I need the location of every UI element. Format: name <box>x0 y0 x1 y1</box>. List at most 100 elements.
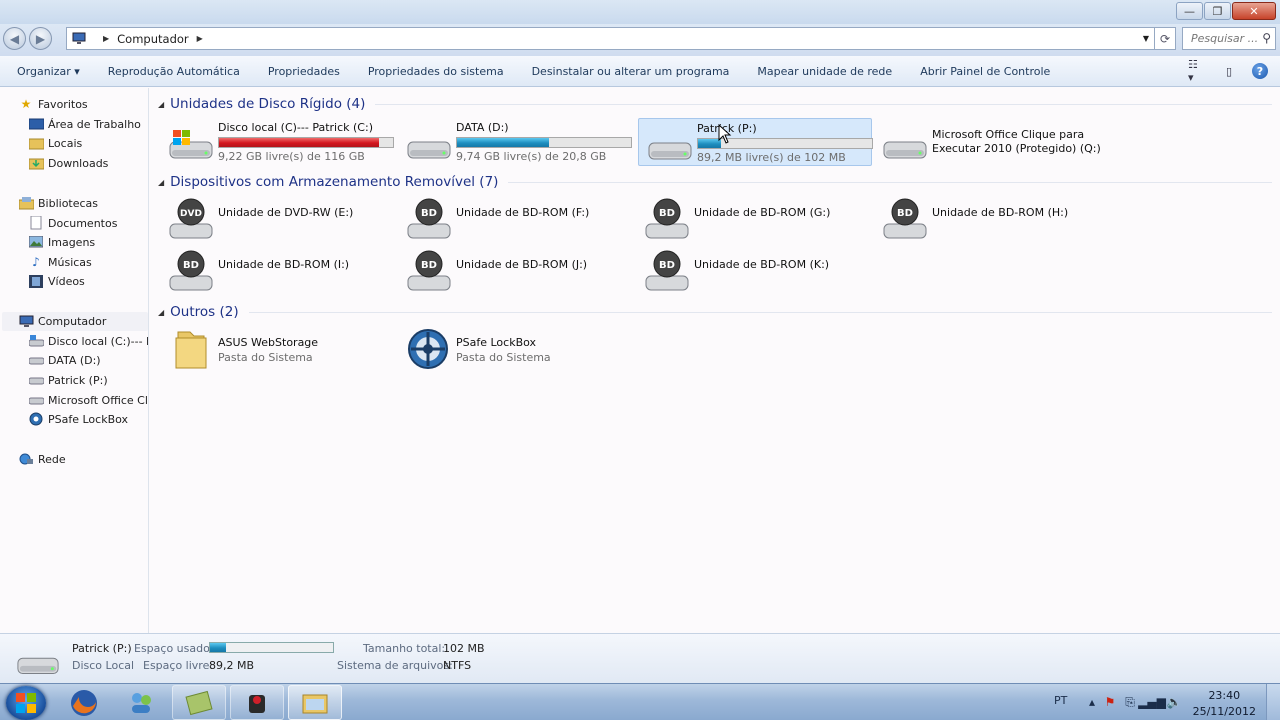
maximize-button[interactable]: ❐ <box>1204 2 1231 20</box>
search-input[interactable]: Pesquisar ... <box>1191 32 1258 45</box>
breadcrumb-computador[interactable]: Computador <box>117 32 188 46</box>
help-icon[interactable]: ? <box>1252 63 1268 79</box>
nav-item-downloads[interactable]: Downloads <box>28 154 108 172</box>
removable-tile-g[interactable]: BD Unidade de BD-ROM (G:) <box>636 194 870 242</box>
group-header-removable[interactable]: ◢ Dispositivos com Armazenamento Removív… <box>158 172 1272 192</box>
uninstall-program-button[interactable]: Desinstalar ou alterar um programa <box>532 65 730 78</box>
collapse-chevron-icon[interactable]: ◢ <box>158 178 164 187</box>
organize-menu[interactable]: Organizar ▾ <box>17 65 80 78</box>
nav-label: PSafe LockBox <box>48 412 129 426</box>
taskbar-firefox[interactable] <box>57 685 111 720</box>
breadcrumb-arrow-icon[interactable]: ▶ <box>197 34 203 43</box>
drive-tile-q[interactable]: Microsoft Office Clique para Executar 20… <box>874 118 1108 166</box>
nav-label: DATA (D:) <box>48 353 101 367</box>
drive-tile-d[interactable]: DATA (D:) 9,74 GB livre(s) de 20,8 GB <box>398 118 632 166</box>
bd-drive-icon: BD <box>407 198 451 239</box>
drive-name: Unidade de DVD-RW (E:) <box>218 206 354 219</box>
drive-tile-p[interactable]: Patrick (P:) 89,2 MB livre(s) de 102 MB <box>638 118 873 166</box>
nav-item-psafe[interactable]: PSafe LockBox <box>28 410 128 428</box>
other-tile-psafe[interactable]: PSafe LockBox Pasta do Sistema <box>398 326 632 374</box>
close-button[interactable]: ✕ <box>1232 2 1276 20</box>
breadcrumb-arrow-icon: ▶ <box>103 34 110 43</box>
other-tile-asus[interactable]: ASUS WebStorage Pasta do Sistema <box>160 326 394 374</box>
show-desktop-button[interactable] <box>1266 684 1280 720</box>
item-name: ASUS WebStorage <box>218 336 319 349</box>
change-view-icon[interactable]: ☷ ▾ <box>1188 58 1206 84</box>
minimize-button[interactable]: — <box>1176 2 1203 20</box>
drive-icon <box>28 353 44 367</box>
refresh-button[interactable]: ⟳ <box>1154 27 1176 50</box>
collapse-chevron-icon[interactable]: ◢ <box>158 100 164 109</box>
action-center-icon[interactable]: ⚑ <box>1102 694 1118 710</box>
nav-item-pictures[interactable]: Imagens <box>28 233 95 251</box>
clock-time: 23:40 <box>1208 689 1241 702</box>
forward-button[interactable]: ▶ <box>29 27 52 50</box>
autoplay-button[interactable]: Reprodução Automática <box>108 65 240 78</box>
properties-button[interactable]: Propriedades <box>268 65 340 78</box>
nav-network[interactable]: Rede <box>18 450 66 468</box>
drive-usage-fill <box>219 138 380 147</box>
nav-item-drive-q[interactable]: Microsoft Office Clique para Executar 20… <box>28 391 148 409</box>
nav-item-drive-c[interactable]: Disco local (C:)--- Patrick (C:) <box>28 332 148 350</box>
removable-tile-h[interactable]: BD Unidade de BD-ROM (H:) <box>874 194 1108 242</box>
clock[interactable]: 23:40 25/11/2012 <box>1193 688 1256 720</box>
removable-tile-i[interactable]: BD Unidade de BD-ROM (I:) <box>160 246 394 294</box>
drive-usage-bar <box>456 137 632 148</box>
bd-drive-icon: BD <box>407 250 451 291</box>
address-bar[interactable]: ▶ Computador ▶ ▼ <box>66 27 1176 50</box>
libraries-icon <box>18 196 34 210</box>
taskbar-app-2[interactable] <box>114 685 168 720</box>
windows-drive-icon <box>28 334 44 348</box>
nav-item-desktop[interactable]: Área de Trabalho <box>28 115 141 133</box>
taskbar-app-3[interactable] <box>172 685 226 720</box>
collapse-chevron-icon[interactable]: ◢ <box>158 308 164 317</box>
nav-computer[interactable]: Computador <box>18 312 106 330</box>
item-type: Pasta do Sistema <box>456 351 551 364</box>
camera-app-icon <box>249 694 265 713</box>
removable-tile-f[interactable]: BD Unidade de BD-ROM (F:) <box>398 194 632 242</box>
volume-icon[interactable]: 🔈 <box>1166 694 1182 710</box>
safely-remove-icon[interactable]: ⎘ <box>1122 694 1138 710</box>
nav-favorites[interactable]: ★ Favoritos <box>18 95 88 113</box>
tray-expand-icon[interactable]: ▴ <box>1084 694 1100 710</box>
nav-item-documents[interactable]: Documentos <box>28 214 117 232</box>
drive-name: Disco local (C)--- Patrick (C:) <box>218 121 373 134</box>
taskbar-app-4[interactable] <box>230 685 284 720</box>
removable-tile-e[interactable]: DVD Unidade de DVD-RW (E:) <box>160 194 394 242</box>
details-fs-label: Sistema de arquivos: <box>337 659 453 672</box>
nav-item-drive-p[interactable]: Patrick (P:) <box>28 371 108 389</box>
nav-item-drive-d[interactable]: DATA (D:) <box>28 351 101 369</box>
map-network-drive-button[interactable]: Mapear unidade de rede <box>757 65 892 78</box>
start-button[interactable] <box>6 686 46 720</box>
nav-item-music[interactable]: ♪ Músicas <box>28 253 92 271</box>
navigation-bar: ◀ ▶ ▶ Computador ▶ ▼ ⟳ Pesquisar ... ⚲ <box>0 24 1280 56</box>
back-button[interactable]: ◀ <box>3 27 26 50</box>
removable-tile-k[interactable]: BD Unidade de BD-ROM (K:) <box>636 246 870 294</box>
nav-item-locais[interactable]: Locais <box>28 134 82 152</box>
search-box[interactable]: Pesquisar ... ⚲ <box>1182 27 1276 50</box>
navigation-pane: ★ Favoritos Área de Trabalho Locais Down… <box>0 88 149 633</box>
group-title: Unidades de Disco Rígido (4) <box>170 96 366 112</box>
group-header-others[interactable]: ◢ Outros (2) <box>158 302 1272 322</box>
bd-drive-icon: BD <box>645 250 689 291</box>
drive-icon <box>648 142 692 160</box>
group-header-hdd[interactable]: ◢ Unidades de Disco Rígido (4) <box>158 94 1272 114</box>
svg-text:BD: BD <box>183 260 199 271</box>
taskbar-explorer[interactable] <box>288 685 342 720</box>
open-control-panel-button[interactable]: Abrir Painel de Controle <box>920 65 1050 78</box>
address-dropdown-icon[interactable]: ▼ <box>1143 34 1149 43</box>
drive-tile-c[interactable]: Disco local (C)--- Patrick (C:) 9,22 GB … <box>160 118 394 166</box>
psafe-lockbox-icon <box>408 329 448 369</box>
system-properties-button[interactable]: Propriedades do sistema <box>368 65 504 78</box>
removable-tile-j[interactable]: BD Unidade de BD-ROM (J:) <box>398 246 632 294</box>
details-free-label: Espaço livre: <box>143 659 214 672</box>
nav-item-videos[interactable]: Vídeos <box>28 272 85 290</box>
svg-text:BD: BD <box>659 260 675 271</box>
preview-pane-icon[interactable]: ▯ <box>1220 62 1238 80</box>
nav-libraries[interactable]: Bibliotecas <box>18 194 98 212</box>
drive-icon <box>17 657 59 675</box>
language-indicator[interactable]: PT <box>1054 694 1067 707</box>
network-signal-icon[interactable]: ▂▄▆ <box>1138 694 1166 710</box>
nav-label: Patrick (P:) <box>48 373 108 387</box>
drive-icon <box>28 393 44 407</box>
